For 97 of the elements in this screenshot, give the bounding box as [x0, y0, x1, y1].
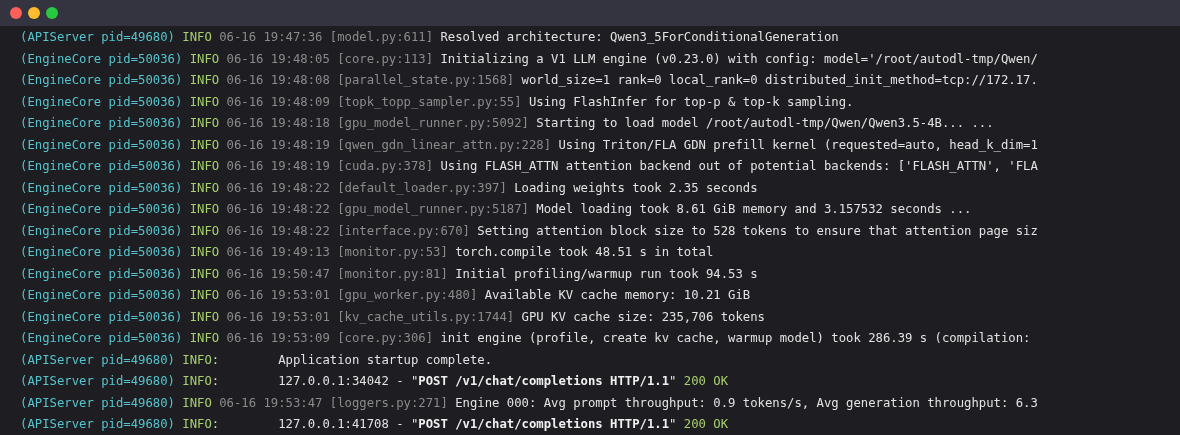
log-level: INFO [189, 93, 220, 111]
log-location: [gpu_worker.py:480] [337, 287, 478, 304]
log-location: [cuda.py:378] [337, 158, 434, 175]
log-location: [topk_topp_sampler.py:55] [337, 93, 522, 111]
log-location: [default_loader.py:397] [337, 179, 507, 197]
log-source: (APIServer pid=49680) [20, 416, 175, 433]
log-location: [loggers.py:271] [329, 394, 448, 412]
log-level: INFO [189, 222, 220, 240]
log-level: INFO [189, 287, 220, 304]
log-source: (EngineCore pid=50036) [20, 93, 183, 111]
log-source: (EngineCore pid=50036) [20, 244, 183, 261]
log-level: INFO [189, 136, 220, 154]
log-timestamp: 06-16 19:48:19 [226, 136, 330, 154]
log-location: [parallel_state.py:1568] [337, 72, 515, 89]
log-level: INFO [182, 416, 212, 433]
log-source: (APIServer pid=49680) [20, 351, 175, 369]
log-level: INFO [182, 394, 212, 412]
log-source: (APIServer pid=49680) [20, 373, 175, 390]
log-source: (EngineCore pid=50036) [20, 72, 183, 89]
log-timestamp: 06-16 19:53:09 [226, 330, 330, 347]
log-level: INFO [189, 72, 220, 89]
log-location: [monitor.py:81] [337, 265, 448, 283]
minimize-window-button[interactable] [28, 7, 40, 19]
log-timestamp: 06-16 19:48:22 [226, 179, 330, 197]
log-location: [model.py:611] [329, 29, 434, 46]
log-source: (APIServer pid=49680) [20, 29, 175, 46]
log-source: (EngineCore pid=50036) [20, 222, 183, 240]
log-message: Initializing a V1 LLM engine (v0.23.0) with config: model='/root/autodl-tmp/Qwen/ [440, 50, 1038, 68]
log-timestamp: 06-16 19:49:13 [226, 244, 330, 261]
log-level: INFO [189, 158, 220, 175]
log-location: [core.py:306] [337, 330, 434, 347]
log-message: world_size=1 rank=0 local_rank=0 distributed_init_method=tcp://172.17. [521, 72, 1038, 89]
log-message: init engine (profile, create kv cache, warmup model) took 286.39 s (compilation: [440, 330, 1031, 347]
log-timestamp: 06-16 19:48:05 [226, 50, 330, 68]
log-level: INFO [182, 373, 212, 390]
log-separator: : [211, 351, 220, 369]
log-timestamp: 06-16 19:53:47 [219, 394, 323, 412]
log-source: (EngineCore pid=50036) [20, 201, 183, 218]
log-source: (EngineCore pid=50036) [20, 265, 183, 283]
log-location: [monitor.py:53] [337, 244, 448, 261]
log-level: INFO [182, 351, 212, 369]
log-source: (EngineCore pid=50036) [20, 179, 183, 197]
log-source: (EngineCore pid=50036) [20, 330, 183, 347]
close-window-button[interactable] [10, 7, 22, 19]
log-message: Starting to load model /root/autodl-tmp/Qwen/Qwen3.5-4B... ... [536, 115, 994, 132]
log-location: [gpu_model_runner.py:5187] [337, 201, 529, 218]
log-message: 127.0.0.1:41708 - "POST /v1/chat/completions HTTP/1.1" [278, 416, 677, 433]
log-message: Using Triton/FLA GDN prefill kernel (requested=auto, head_k_dim=1 [558, 136, 1038, 154]
log-timestamp: 06-16 19:48:22 [226, 222, 330, 240]
log-message: Setting attention block size to 528 tokens to ensure that attention page siz [477, 222, 1038, 240]
log-level: INFO [189, 50, 220, 68]
log-timestamp: 06-16 19:47:36 [219, 29, 323, 46]
log-message: Using FLASH_ATTN attention backend out of potential backends: ['FLASH_ATTN', 'FLA [440, 158, 1038, 175]
log-timestamp: 06-16 19:48:22 [226, 201, 330, 218]
log-location: [gpu_model_runner.py:5092] [337, 115, 529, 132]
log-separator: : [211, 373, 220, 390]
log-message: torch.compile took 48.51 s in total [455, 244, 714, 261]
log-location: [qwen_gdn_linear_attn.py:228] [337, 136, 552, 154]
log-timestamp: 06-16 19:53:01 [226, 308, 330, 326]
log-timestamp: 06-16 19:53:01 [226, 287, 330, 304]
log-message: 127.0.0.1:34042 - "POST /v1/chat/completions HTTP/1.1" [278, 373, 677, 390]
log-source: (APIServer pid=49680) [20, 394, 175, 412]
log-timestamp: 06-16 19:48:08 [226, 72, 330, 89]
log-level: INFO [189, 330, 220, 347]
log-message: Initial profiling/warmup run took 94.53 s [455, 265, 758, 283]
log-source: (EngineCore pid=50036) [20, 115, 183, 132]
log-message: Resolved architecture: Qwen3_5ForConditionalGeneration [440, 29, 839, 46]
log-source: (EngineCore pid=50036) [20, 287, 183, 304]
log-source: (EngineCore pid=50036) [20, 50, 183, 68]
zoom-window-button[interactable] [46, 7, 58, 19]
status-text: 200 OK [683, 373, 729, 390]
log-level: INFO [182, 29, 212, 46]
log-message: Available KV cache memory: 10.21 GiB [484, 287, 751, 304]
log-message: Loading weights took 2.35 seconds [514, 179, 758, 197]
log-timestamp: 06-16 19:48:18 [226, 115, 330, 132]
log-source: (EngineCore pid=50036) [20, 308, 183, 326]
log-level: INFO [189, 201, 220, 218]
log-message: Using FlashInfer for top-p & top-k sampling. [528, 93, 854, 111]
log-message: Engine 000: Avg prompt throughput: 0.9 tokens/s, Avg generation throughput: 6.3 [455, 394, 1038, 412]
log-level: INFO [189, 308, 220, 326]
status-text: 200 OK [683, 416, 729, 433]
log-level: INFO [189, 115, 220, 132]
log-source: (EngineCore pid=50036) [20, 136, 183, 154]
log-level: INFO [189, 265, 220, 283]
log-level: INFO [189, 179, 220, 197]
log-message: Model loading took 8.61 GiB memory and 3.157532 seconds ... [536, 201, 972, 218]
log-timestamp: 06-16 19:50:47 [226, 265, 330, 283]
log-location: [interface.py:670] [337, 222, 470, 240]
log-message: GPU KV cache size: 235,706 tokens [521, 308, 765, 326]
log-source: (EngineCore pid=50036) [20, 158, 183, 175]
log-level: INFO [189, 244, 220, 261]
log-timestamp: 06-16 19:48:09 [226, 93, 330, 111]
log-separator: : [211, 416, 220, 433]
log-message: Application startup complete. [278, 351, 493, 369]
log-location: [kv_cache_utils.py:1744] [337, 308, 515, 326]
log-location: [core.py:113] [337, 50, 434, 68]
log-timestamp: 06-16 19:48:19 [226, 158, 330, 175]
